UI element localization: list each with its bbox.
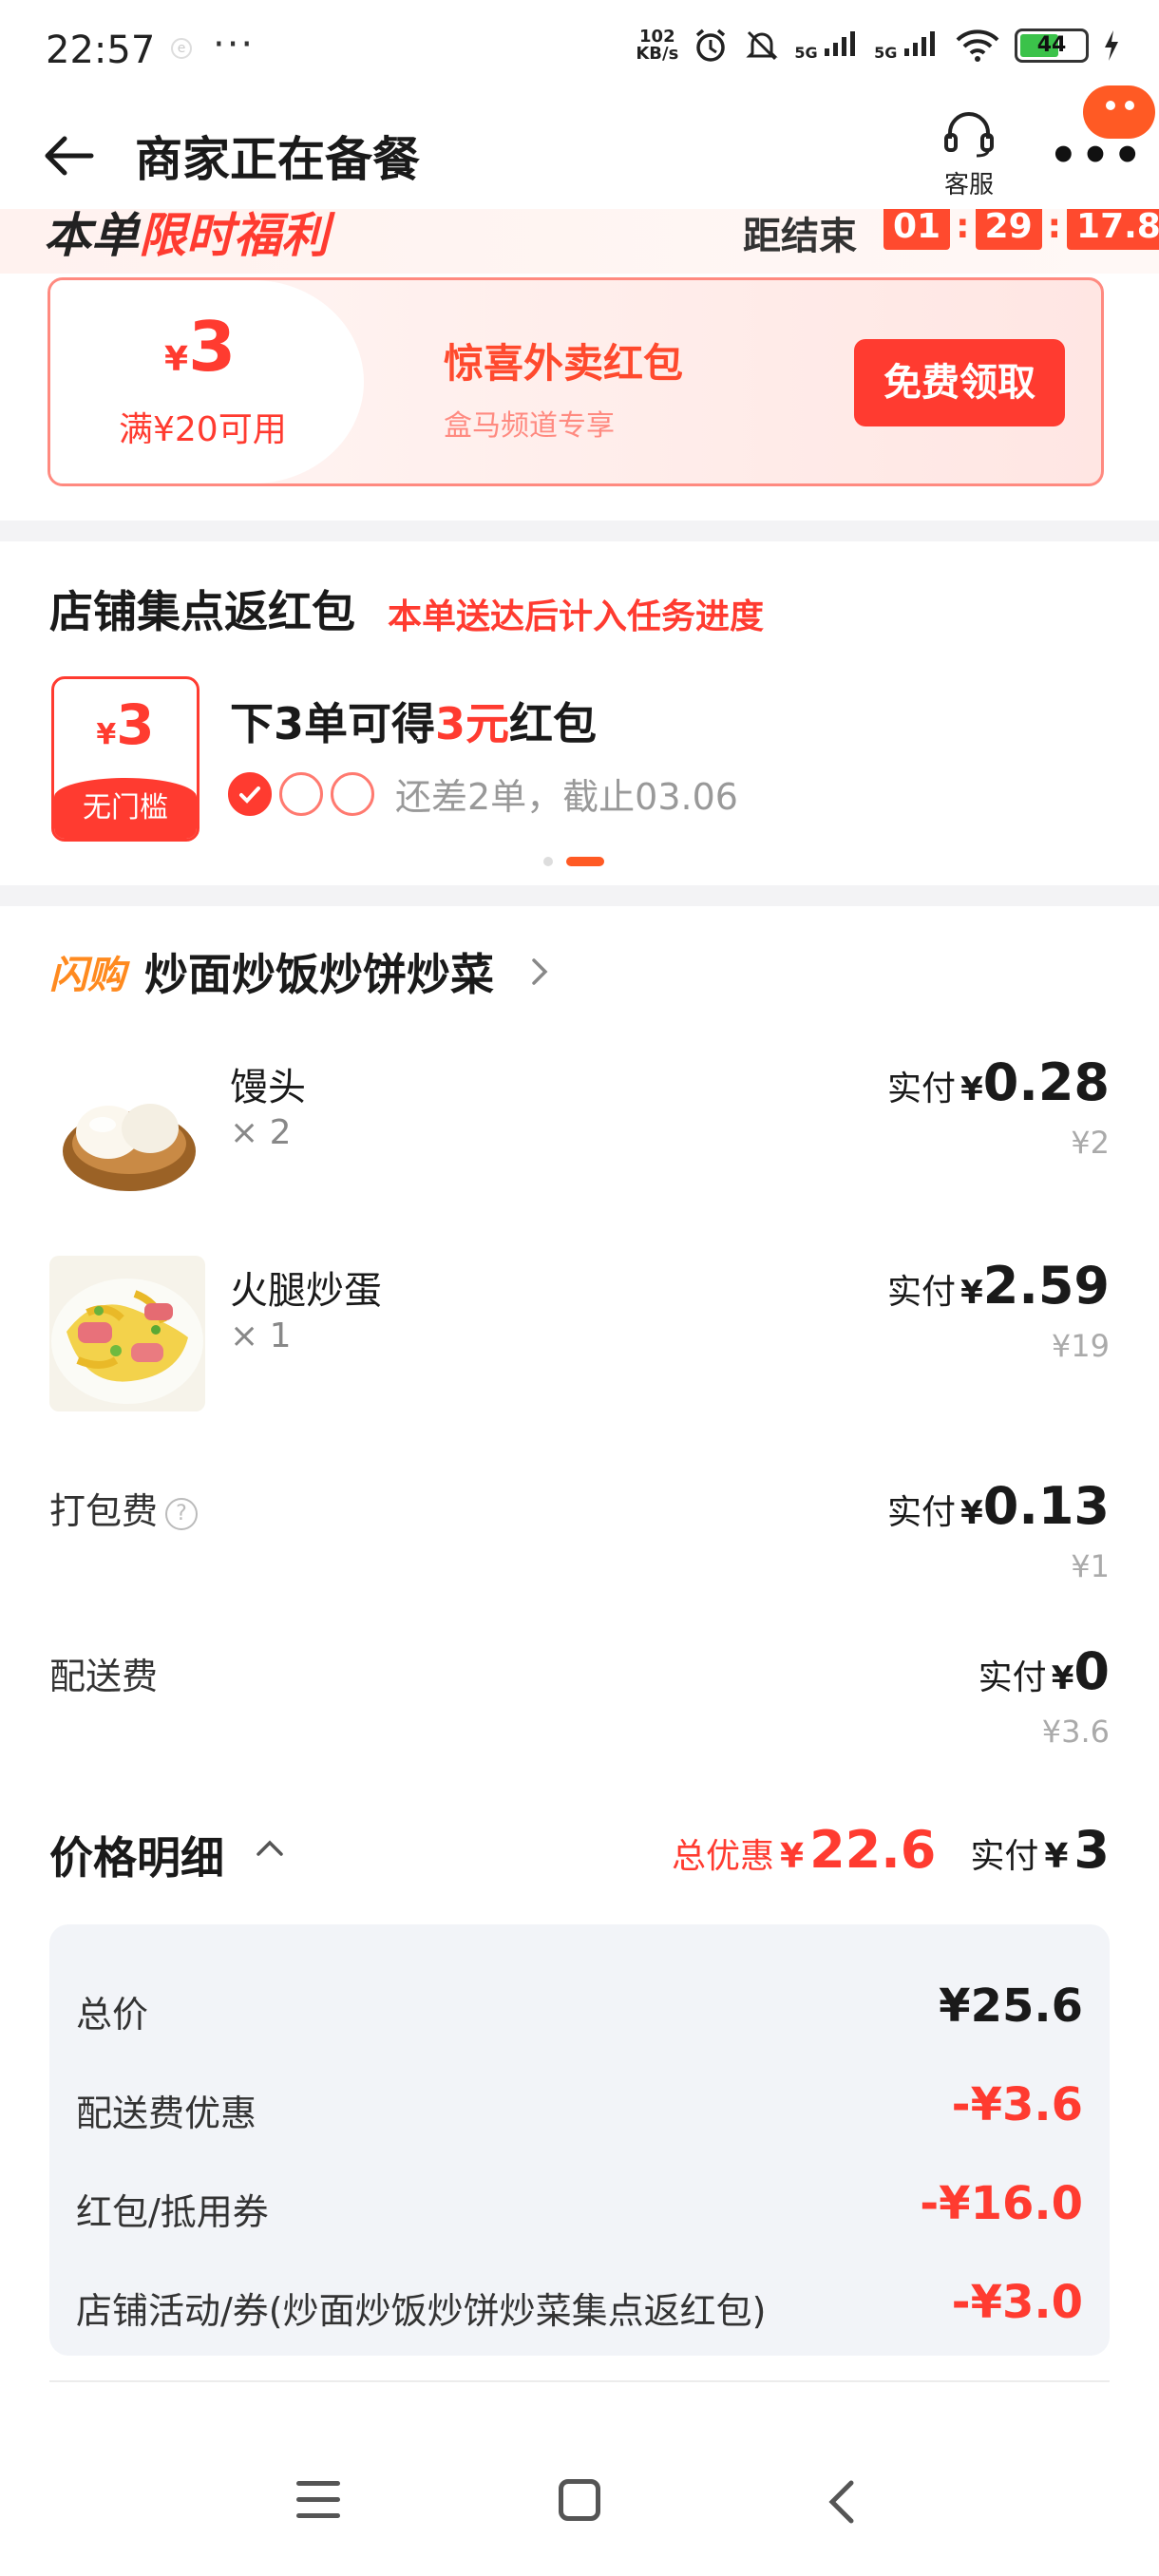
item-qty: × 1 (230, 1316, 292, 1355)
top-header: 商家正在备餐 客服 ••• (0, 104, 1159, 209)
delivery-fee-original: ¥3.6 (1041, 1714, 1110, 1750)
total-pay-value: 3 (1074, 1820, 1110, 1880)
item-pay: 实付 ¥2.59 (886, 1256, 1110, 1316)
packaging-fee-pay: 实付 ¥0.13 (886, 1476, 1110, 1536)
notification-icon: e (171, 38, 192, 59)
ham-egg-image (49, 1256, 205, 1411)
badge-amount: ¥3 (96, 692, 155, 757)
progress-dot-empty (331, 771, 374, 816)
charging-icon (1105, 30, 1118, 61)
status-bar: 22:57 e ··· 102 KB/s 5G 5G 44 (0, 0, 1159, 104)
item-name: 馒头 (230, 1066, 306, 1109)
item-pay: 实付 ¥0.28 (886, 1052, 1110, 1112)
divider-line (49, 2380, 1110, 2382)
alarm-icon (696, 28, 726, 62)
item-original-price: ¥19 (1051, 1328, 1110, 1364)
detail-row-coupon: 红包/抵用券 -¥16.0 (76, 2177, 1083, 2233)
chevron-right-icon (532, 958, 548, 985)
carousel-pager (543, 857, 604, 866)
coupon-title: 惊喜外卖红包 (444, 340, 684, 387)
delivery-fee-pay: 实付 ¥0 (978, 1641, 1110, 1701)
countdown-timer: 01 : 29 : 17.8 (884, 209, 1159, 250)
item-name: 火腿炒蛋 (230, 1269, 382, 1313)
status-dots: ··· (213, 23, 256, 66)
signal-5g-1: 5G (794, 29, 861, 62)
detail-row-total: 总价 ¥25.6 (76, 1979, 1083, 2036)
coupon-amount: ¥3 (164, 307, 237, 387)
total-discount-value: 22.6 (809, 1820, 937, 1880)
promo-headline: 本单限时福利 (44, 209, 329, 263)
coupon-card: ¥3 满¥20可用 惊喜外卖红包 盒马频道专享 免费领取 (48, 277, 1104, 486)
headset-icon (944, 112, 994, 158)
packaging-fee-original: ¥1 (1071, 1548, 1110, 1584)
progress-dot-done (228, 771, 272, 816)
home-icon[interactable] (559, 2479, 600, 2521)
packaging-fee-row: 实付 ¥0.13 ¥1 (49, 1476, 1110, 1590)
signal-5g-2: 5G (874, 29, 940, 62)
system-nav-bar (0, 2437, 1159, 2576)
back-icon[interactable] (819, 2475, 866, 2529)
order-item: 馒头 × 2 实付 ¥0.28 ¥2 (49, 1052, 1110, 1214)
store-link[interactable]: 闪购 炒面炒饭炒饼炒菜 (49, 940, 551, 1003)
timer-seconds: 17.8 (1067, 209, 1159, 250)
coupon-subtitle: 盒马频道专享 (444, 409, 615, 443)
order-item: 火腿炒蛋 × 1 实付 ¥2.59 ¥19 (49, 1256, 1110, 1417)
bell-muted-icon (746, 30, 778, 61)
assistant-avatar-icon[interactable] (1083, 85, 1155, 139)
claim-coupon-button[interactable]: 免费领取 (854, 339, 1065, 426)
item-qty: × 2 (230, 1113, 292, 1152)
status-icons: 102 KB/s 5G 5G 44 (636, 27, 1121, 65)
section-divider (0, 521, 1159, 541)
task-progress: 还差2单，截止03.06 (228, 767, 738, 820)
status-time: 22:57 (46, 28, 156, 72)
net-speed: 102 KB/s (636, 27, 679, 64)
price-detail-title[interactable]: 价格明细 (49, 1824, 224, 1886)
total-discount-label: 总优惠 (672, 1837, 775, 1876)
progress-dot-empty (279, 771, 323, 816)
collect-points-title: 店铺集点返红包 (49, 586, 355, 637)
coupon-value-area: ¥3 满¥20可用 (50, 280, 364, 483)
check-icon (239, 786, 260, 804)
price-summary: 总优惠 ¥ 22.6 实付 ¥ 3 (672, 1820, 1110, 1880)
detail-row-store-activity: 店铺活动/券(炒面炒饭炒饼炒菜集点返红包) -¥3.0 (76, 2276, 1083, 2332)
customer-service-button[interactable]: 客服 (931, 106, 1007, 200)
delivery-fee-row: 实付 ¥0 ¥3.6 (49, 1641, 1110, 1755)
signal-bars-icon (825, 31, 856, 56)
chevron-up-icon[interactable] (253, 1833, 287, 1862)
coupon-condition: 满¥20可用 (119, 410, 287, 449)
collect-points-subtitle: 本单送达后计入任务进度 (388, 597, 765, 636)
promo-strip: 本单限时福利 距结束 01 : 29 : 17.8 (0, 209, 1159, 274)
wifi-icon (956, 29, 999, 62)
menu-icon[interactable] (296, 2481, 340, 2519)
task-title: 下3单可得3元红包 (230, 698, 598, 749)
price-detail-box: 总价 ¥25.6 配送费优惠 -¥3.6 红包/抵用券 -¥16.0 店铺活动/券(炒… (49, 1924, 1110, 2356)
item-original-price: ¥2 (1071, 1125, 1110, 1161)
page-title: 商家正在备餐 (135, 132, 420, 187)
shangou-tag: 闪购 (49, 954, 125, 997)
countdown-label: 距结束 (743, 215, 857, 258)
badge-label: 无门槛 (54, 778, 197, 839)
task-remaining: 还差2单，截止03.06 (395, 776, 738, 818)
back-arrow-icon[interactable] (38, 125, 99, 186)
customer-service-label: 客服 (943, 171, 994, 199)
detail-row-delivery-discount: 配送费优惠 -¥3.6 (76, 2078, 1083, 2134)
section-divider (0, 885, 1159, 906)
red-packet-badge: ¥3 无门槛 (51, 676, 200, 842)
timer-hours: 01 (884, 209, 951, 250)
signal-bars-icon (904, 31, 935, 56)
mantou-image (49, 1052, 205, 1208)
battery-icon: 44 (1015, 28, 1089, 63)
store-name: 炒面炒饭炒饼炒菜 (144, 949, 494, 1000)
total-pay-label: 实付 (970, 1837, 1039, 1876)
timer-minutes: 29 (975, 209, 1042, 250)
